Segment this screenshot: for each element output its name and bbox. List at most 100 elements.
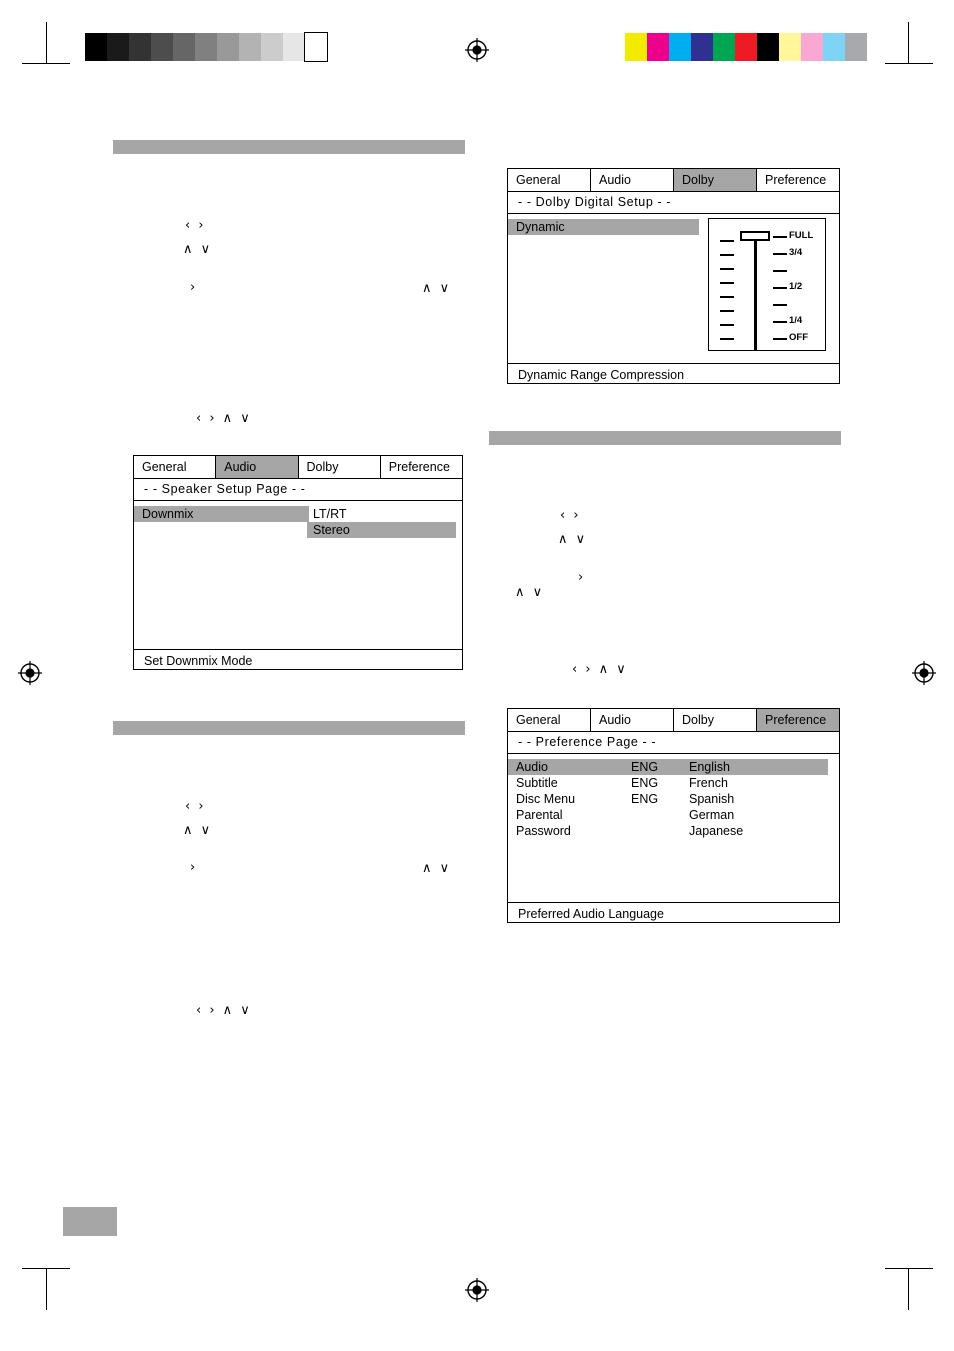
tab-audio[interactable]: Audio bbox=[591, 169, 674, 191]
tab-preference[interactable]: Preference bbox=[757, 709, 839, 731]
osd-speaker-footer: Set Downmix Mode bbox=[134, 649, 462, 672]
grayscale-patch-2 bbox=[107, 33, 129, 61]
grayscale-patch-4 bbox=[151, 33, 173, 61]
menu-item-downmix[interactable]: Downmix bbox=[134, 506, 309, 522]
color-patch-10 bbox=[823, 33, 845, 61]
slider-tick-right-5 bbox=[773, 304, 787, 306]
registration-target-right bbox=[912, 661, 936, 685]
color-calibration-strip bbox=[625, 33, 867, 61]
slider-tick-left-8 bbox=[720, 338, 734, 340]
crop-mark-top-right-horizontal bbox=[885, 63, 933, 64]
nav-glyph-left-right-3: ‹ › bbox=[560, 508, 581, 523]
osd-preference-title: - - Preference Page - - bbox=[508, 732, 839, 754]
nav-glyph-up-down-4: ∧ ∨ bbox=[422, 861, 452, 876]
tab-dolby[interactable]: Dolby bbox=[674, 169, 757, 191]
osd-preference-footer: Preferred Audio Language bbox=[508, 902, 839, 925]
color-patch-8 bbox=[779, 33, 801, 61]
nav-glyph-right-1: › bbox=[190, 280, 198, 295]
slider-knob[interactable] bbox=[740, 231, 770, 241]
page-number-tab bbox=[63, 1207, 117, 1236]
crop-mark-top-right-vertical bbox=[908, 22, 909, 64]
registration-target-left bbox=[18, 661, 42, 685]
crop-mark-bottom-left-vertical bbox=[46, 1268, 47, 1310]
tab-audio[interactable]: Audio bbox=[216, 456, 299, 478]
nav-glyph-right-2: › bbox=[190, 860, 198, 875]
option-english[interactable]: English bbox=[683, 759, 828, 775]
tab-general[interactable]: General bbox=[508, 709, 591, 731]
menu-item-audio-label: Audio bbox=[516, 760, 548, 774]
grayscale-patch-5 bbox=[173, 33, 195, 61]
menu-item-password[interactable]: Password bbox=[508, 823, 689, 839]
tab-audio[interactable]: Audio bbox=[591, 709, 674, 731]
tab-dolby[interactable]: Dolby bbox=[674, 709, 757, 731]
nav-glyph-left-right-2: ‹ › bbox=[185, 799, 206, 814]
menu-item-audio[interactable]: Audio ENG bbox=[508, 759, 689, 775]
osd-speaker-tabs: General Audio Dolby Preference bbox=[134, 456, 462, 479]
registration-target-top bbox=[465, 38, 489, 62]
menu-item-subtitle[interactable]: Subtitle ENG bbox=[508, 775, 689, 791]
menu-item-disc-menu-label: Disc Menu bbox=[516, 792, 576, 806]
option-japanese[interactable]: Japanese bbox=[683, 823, 828, 839]
osd-dolby-footer: Dynamic Range Compression bbox=[508, 363, 839, 386]
slider-rail bbox=[754, 231, 757, 351]
slider-tick-right-6 bbox=[773, 321, 787, 323]
slider-tick-left-1 bbox=[720, 240, 734, 242]
menu-item-subtitle-label: Subtitle bbox=[516, 776, 558, 790]
nav-glyph-up-down-2: ∧ ∨ bbox=[422, 281, 452, 296]
slider-label-off: OFF bbox=[789, 332, 808, 343]
tab-preference[interactable]: Preference bbox=[757, 169, 839, 191]
slider-tick-right-4 bbox=[773, 287, 787, 289]
crop-mark-top-left-vertical bbox=[46, 22, 47, 64]
osd-dolby-title: - - Dolby Digital Setup - - bbox=[508, 192, 839, 214]
slider-tick-right-3 bbox=[773, 270, 787, 272]
option-lt-rt[interactable]: LT/RT bbox=[307, 506, 456, 522]
heading-bar-speaker-setup bbox=[113, 140, 465, 154]
menu-item-subtitle-value: ENG bbox=[631, 776, 659, 790]
osd-dolby-setup: General Audio Dolby Preference - - Dolby… bbox=[507, 168, 840, 384]
dynamic-range-slider[interactable]: FULL 3/4 1/2 1/4 OFF bbox=[708, 218, 826, 351]
slider-label-full: FULL bbox=[789, 230, 814, 241]
option-german[interactable]: German bbox=[683, 807, 828, 823]
crop-mark-bottom-right-vertical bbox=[908, 1268, 909, 1310]
menu-item-parental[interactable]: Parental bbox=[508, 807, 689, 823]
tab-general[interactable]: General bbox=[508, 169, 591, 191]
grayscale-patch-9 bbox=[261, 33, 283, 61]
color-patch-5 bbox=[713, 33, 735, 61]
osd-preference-body: Audio ENG Subtitle ENG Disc Menu ENG Par… bbox=[508, 754, 839, 902]
menu-item-audio-value: ENG bbox=[631, 760, 659, 774]
menu-item-disc-menu-value: ENG bbox=[631, 792, 659, 806]
color-patch-3 bbox=[669, 33, 691, 61]
slider-tick-left-3 bbox=[720, 268, 734, 270]
osd-speaker-title: - - Speaker Setup Page - - bbox=[134, 479, 462, 501]
grayscale-patch-11 bbox=[304, 32, 328, 62]
crop-mark-bottom-right-horizontal bbox=[885, 1268, 933, 1269]
menu-item-disc-menu[interactable]: Disc Menu ENG bbox=[508, 791, 689, 807]
grayscale-patch-7 bbox=[217, 33, 239, 61]
option-french[interactable]: French bbox=[683, 775, 828, 791]
tab-preference[interactable]: Preference bbox=[380, 456, 462, 478]
nav-glyph-up-down-6: ∧ ∨ bbox=[515, 585, 545, 600]
nav-glyph-left-right-1: ‹ › bbox=[185, 218, 206, 233]
heading-bar-preference bbox=[489, 431, 841, 445]
grayscale-calibration-strip bbox=[85, 32, 328, 62]
slider-tick-left-2 bbox=[720, 254, 734, 256]
grayscale-patch-10 bbox=[283, 33, 305, 61]
option-spanish[interactable]: Spanish bbox=[683, 791, 828, 807]
tab-dolby[interactable]: Dolby bbox=[298, 456, 381, 478]
tab-general[interactable]: General bbox=[134, 456, 217, 478]
heading-bar-dolby-digital bbox=[113, 721, 465, 735]
menu-item-dynamic[interactable]: Dynamic bbox=[508, 219, 699, 235]
color-patch-9 bbox=[801, 33, 823, 61]
slider-tick-left-6 bbox=[720, 310, 734, 312]
grayscale-patch-8 bbox=[239, 33, 261, 61]
menu-item-parental-label: Parental bbox=[516, 808, 563, 822]
osd-dolby-body: Dynamic FULL 3/4 1/2 1/4 OFF bbox=[508, 214, 839, 363]
option-stereo[interactable]: Stereo bbox=[307, 522, 456, 538]
slider-tick-right-1 bbox=[773, 236, 787, 238]
osd-dolby-tabs: General Audio Dolby Preference bbox=[508, 169, 839, 192]
osd-speaker-body: Downmix LT/RT Stereo bbox=[134, 501, 462, 649]
osd-speaker-setup: General Audio Dolby Preference - - Speak… bbox=[133, 455, 463, 670]
slider-tick-left-4 bbox=[720, 282, 734, 284]
color-patch-11 bbox=[845, 33, 867, 61]
nav-glyph-up-down-5: ∧ ∨ bbox=[558, 532, 588, 547]
